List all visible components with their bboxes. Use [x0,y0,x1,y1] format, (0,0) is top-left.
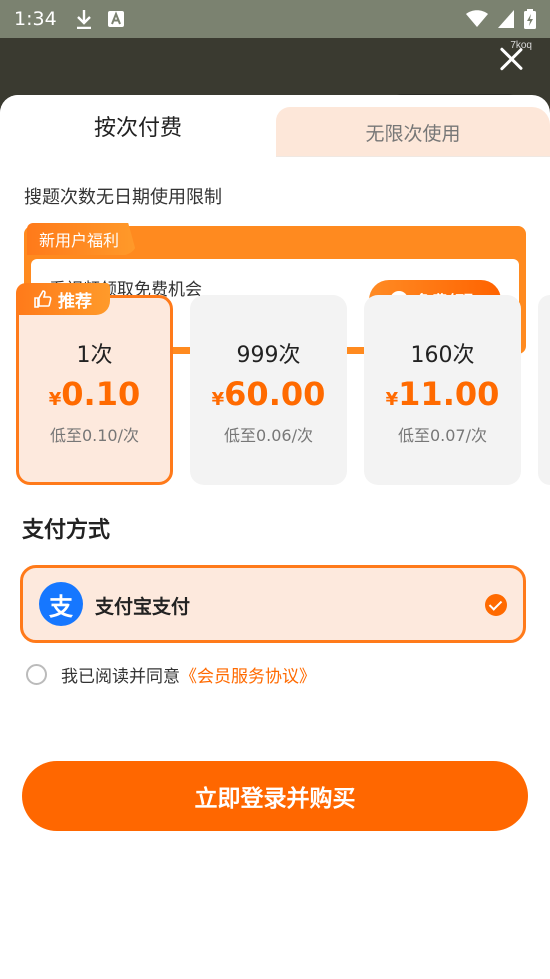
currency-symbol: ¥ [211,389,225,410]
recommend-label: 推荐 [58,291,92,312]
payment-title: 支付方式 [22,518,111,543]
alipay-option[interactable]: 支 支付宝支付 [20,565,526,643]
alipay-label: 支付宝支付 [95,596,191,618]
currency-symbol: ¥ [385,389,399,410]
status-time: 1:34 [14,8,57,30]
limit-description: 搜题次数无日期使用限制 [24,187,222,208]
agreement-row: 我已阅读并同意 《会员服务协议》 [26,662,316,687]
plan-unit-price: 低至0.06/次 [223,426,314,445]
thumbs-up-icon [34,290,52,308]
agreement-text: 我已阅读并同意 [61,667,180,687]
plan-name: 160次 [410,343,475,368]
currency-symbol: ¥ [48,389,62,410]
promo-tag: 新用户福利 [27,223,138,255]
price-amount: 60.00 [224,375,326,413]
plan-name: 1次 [76,343,113,368]
check-icon [485,594,507,616]
alipay-icon: 支 [39,582,83,626]
login-and-buy-button[interactable]: 立即登录并购买 [22,761,528,831]
tab-pay-per-use[interactable]: 按次付费 [0,95,276,157]
plan-unit-price: 低至0.10/次 [49,426,140,445]
battery-icon [524,9,536,29]
plan-list: 1次 ¥0.10 低至0.10/次 999次 ¥60.00 低至0.06/次 1… [0,295,550,485]
close-button[interactable] [498,46,524,72]
agreement-checkbox[interactable] [26,664,47,685]
plan-card-partial[interactable] [538,295,550,485]
plan-price: ¥60.00 [190,375,347,413]
download-icon [76,10,91,29]
signal-icon [498,10,514,28]
service-agreement-link[interactable]: 《会员服务协议》 [180,662,316,687]
keyboard-a-icon [107,11,124,27]
wifi-icon [466,10,488,27]
plan-unit-price: 低至0.07/次 [397,426,488,445]
status-bar: 1:34 [0,0,550,38]
tab-unlimited[interactable]: 无限次使用 [276,107,550,157]
price-amount: 11.00 [398,375,500,413]
plan-name: 999次 [236,343,301,368]
plan-card[interactable]: 999次 ¥60.00 低至0.06/次 [190,295,347,485]
recommend-badge: 推荐 [16,283,110,315]
plan-price: ¥11.00 [364,375,521,413]
plan-card[interactable]: 160次 ¥11.00 低至0.07/次 [364,295,521,485]
plan-card[interactable]: 1次 ¥0.10 低至0.10/次 [16,295,173,485]
plan-price: ¥0.10 [19,375,170,413]
price-amount: 0.10 [61,375,141,413]
